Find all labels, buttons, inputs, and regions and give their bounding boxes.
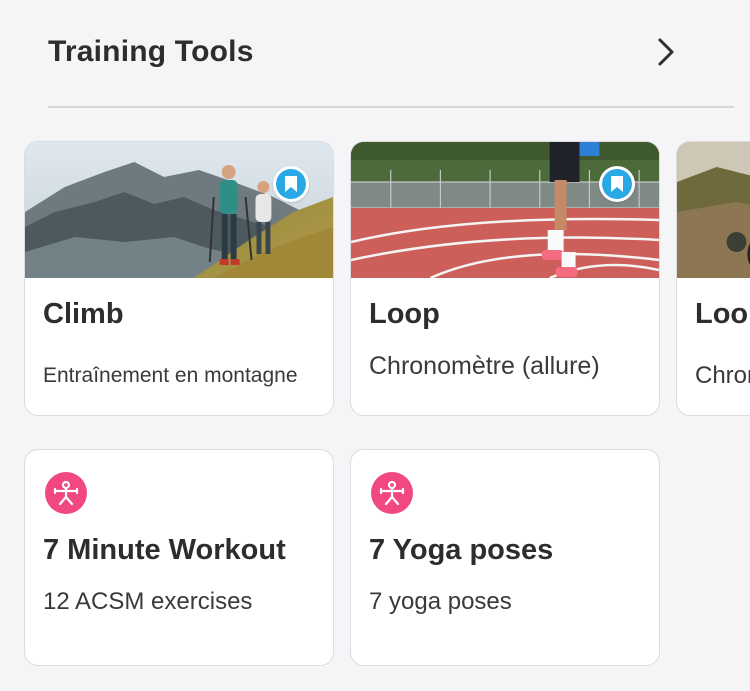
card-subtitle: Chron: [695, 362, 750, 389]
tool-card-7-yoga-poses[interactable]: 7 Yoga poses 7 yoga poses: [350, 449, 660, 666]
tool-title: 7 Yoga poses: [369, 534, 554, 566]
card-title: Loo: [695, 298, 749, 330]
tool-title: 7 Minute Workout: [43, 534, 286, 566]
workout-person-icon: [45, 472, 87, 514]
tool-subtitle: 12 ACSM exercises: [43, 588, 253, 615]
section-header: Training Tools: [48, 30, 734, 74]
bookmark-icon: [276, 169, 306, 199]
bookmark-icon: [602, 169, 632, 199]
card-partial[interactable]: Loo Chron: [676, 141, 750, 416]
card-loop[interactable]: Loop Chronomètre (allure): [350, 141, 660, 416]
tool-subtitle: 7 yoga poses: [369, 588, 512, 615]
bookmark-button[interactable]: [273, 166, 309, 202]
mountain-hikers-photo: [25, 142, 333, 278]
bookmark-button[interactable]: [599, 166, 635, 202]
chevron-right-icon[interactable]: [646, 30, 686, 74]
card-title: Climb: [43, 298, 124, 330]
workout-person-icon: [371, 472, 413, 514]
card-subtitle: Chronomètre (allure): [369, 352, 600, 380]
trail-bike-photo: [677, 142, 750, 278]
training-tools-screen: Training Tools Climb Entraînement en mon…: [0, 0, 750, 691]
card-climb[interactable]: Climb Entraînement en montagne: [24, 141, 334, 416]
tool-card-7-minute-workout[interactable]: 7 Minute Workout 12 ACSM exercises: [24, 449, 334, 666]
header-divider: [48, 106, 734, 108]
card-title: Loop: [369, 298, 440, 330]
running-track-photo: [351, 142, 659, 278]
card-subtitle: Entraînement en montagne: [43, 364, 298, 387]
section-title: Training Tools: [48, 35, 254, 68]
